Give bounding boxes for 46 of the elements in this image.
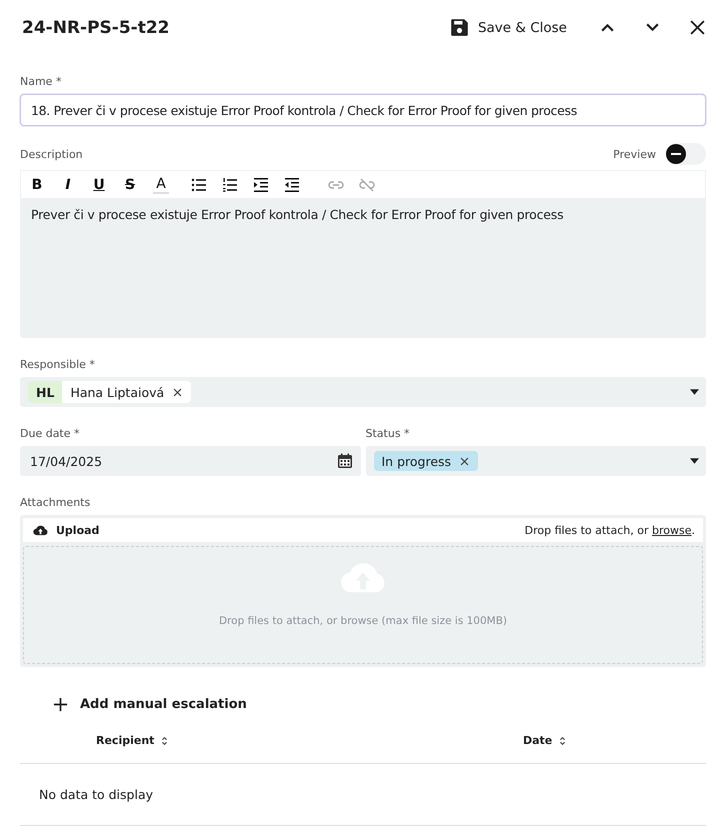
cloud-upload-icon: [33, 524, 48, 536]
indent-icon[interactable]: [253, 176, 269, 192]
save-close-button[interactable]: Save & Close: [450, 18, 567, 37]
status-select[interactable]: In progress: [366, 446, 706, 476]
drop-hint: Drop files to attach, or browse.: [524, 524, 695, 536]
column-header[interactable]: Recipient: [96, 734, 523, 747]
close-icon[interactable]: [689, 19, 706, 36]
empty-message: No data to display: [20, 764, 706, 826]
column-header[interactable]: Date: [523, 734, 566, 747]
upload-button[interactable]: Upload: [33, 524, 100, 536]
preview-toggle[interactable]: [666, 143, 706, 165]
numbered-list-icon[interactable]: [222, 176, 238, 192]
remove-icon[interactable]: [172, 386, 184, 398]
field-label: Due date *: [20, 427, 81, 440]
user-name: Hana Liptaiová: [69, 384, 166, 400]
sort-icon: [559, 736, 566, 746]
dropdown-icon[interactable]: [690, 389, 699, 395]
user-initials: HL: [28, 381, 62, 403]
sort-icon: [161, 736, 168, 746]
bold-button[interactable]: B: [29, 176, 45, 194]
text-color-button[interactable]: A: [153, 176, 169, 194]
plus-icon: [53, 697, 68, 712]
underline-button[interactable]: U: [91, 176, 107, 194]
strikethrough-button[interactable]: S: [122, 176, 138, 194]
field-label: Description: [20, 148, 83, 160]
date-field[interactable]: 17/04/2025: [20, 446, 360, 476]
status-tag: In progress: [374, 451, 478, 471]
save-icon: [450, 18, 469, 37]
add-escalation-button[interactable]: Add manual escalation: [53, 697, 247, 712]
calendar-icon[interactable]: [336, 453, 352, 469]
italic-button[interactable]: I: [60, 176, 76, 194]
field-label: Responsible *: [20, 358, 96, 371]
field-label: Attachments: [20, 496, 92, 509]
name-input-field[interactable]: 18. Prever či v procese existuje Error Proof kontrola / Check for Error Proof for given process: [20, 94, 706, 126]
field-label: Status *: [366, 427, 411, 440]
field-label: Name *: [20, 75, 62, 88]
description-text[interactable]: Prever či v procese existuje Error Proof kontrola / Check for Error Proof for given process: [20, 199, 706, 230]
responsible-select[interactable]: HL Hana Liptaiová: [20, 377, 706, 407]
bullet-list-icon[interactable]: [191, 176, 207, 192]
outdent-icon[interactable]: [284, 176, 300, 192]
drop-zone-text: Drop files to attach, or browse (max file size is 100MB): [218, 615, 508, 627]
remove-icon[interactable]: [459, 456, 470, 466]
dropdown-icon[interactable]: [690, 458, 699, 464]
browse-link[interactable]: browse: [652, 524, 692, 536]
toggle-label: Preview: [613, 148, 656, 160]
window-title: 24-NR-PS-5-t22: [21, 18, 171, 38]
